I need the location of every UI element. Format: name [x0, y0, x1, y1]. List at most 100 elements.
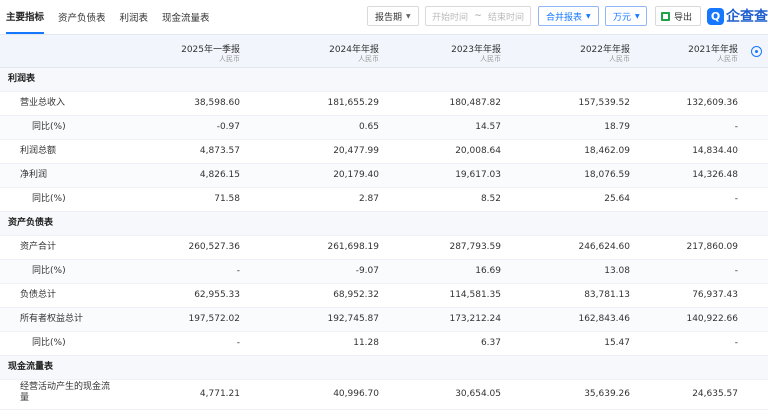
row-label: 负债总计: [20, 290, 57, 300]
table-cell: -: [734, 266, 738, 276]
table-row: 同比(%) - -9.07 16.69 13.08 -: [0, 260, 768, 284]
table-cell: 192,745.87: [327, 314, 379, 324]
date-range-separator: ~: [474, 11, 482, 21]
financial-table: 2025年一季报 人民币 2024年年报 人民币 2023年年报 人民币 2022年年报 人民…: [0, 34, 768, 410]
row-label: 同比(%): [32, 122, 66, 132]
table-row: 利润总额 4,873.57 20,477.99 20,008.64 18,462.09 1…: [0, 140, 768, 164]
table-cell: 114,581.35: [449, 290, 501, 300]
toolbar: 主要指标 资产负债表 利润表 现金流量表 报告期 ▼ 开始时间 ~ 结束时间 合…: [0, 0, 768, 34]
row-label: 同比(%): [32, 266, 66, 276]
table-cell: 83,781.13: [584, 290, 630, 300]
table-cell: -: [734, 122, 738, 132]
row-label: 所有者权益总计: [20, 314, 84, 324]
table-cell: 13.08: [604, 266, 630, 276]
brand-mark-icon: Q: [707, 7, 724, 25]
table-row: 负债总计 62,955.33 68,952.32 114,581.35 83,781.1…: [0, 284, 768, 308]
report-period-label: 报告期: [375, 12, 403, 23]
section-title: 资产负债表: [8, 218, 54, 228]
chevron-down-icon: ▼: [586, 12, 591, 20]
table-cell: 8.52: [480, 194, 501, 204]
table-row: 同比(%) -0.97 0.65 14.57 18.79 -: [0, 116, 768, 140]
table-cell: 25.64: [604, 194, 630, 204]
tab-balance-sheet[interactable]: 资产负债表: [58, 4, 106, 34]
row-label: 利润总额: [20, 146, 57, 156]
settings-icon[interactable]: [751, 46, 762, 57]
date-start-input[interactable]: 开始时间: [432, 10, 468, 23]
brand-logo: Q 企查查: [707, 6, 768, 26]
chevron-down-icon: ▼: [635, 12, 640, 20]
column-header: 2025年一季报 人民币: [120, 35, 240, 69]
row-label: 资产合计: [20, 242, 57, 252]
row-label: 经营活动产生的现金流量: [20, 382, 111, 403]
tab-main-indicators[interactable]: 主要指标: [6, 4, 45, 34]
table-cell: 287,793.59: [449, 242, 501, 252]
column-currency: 人民币: [480, 55, 501, 63]
table-cell: 217,860.09: [686, 242, 738, 252]
table-cell: 15.47: [604, 338, 630, 348]
table-cell: 0.65: [358, 122, 379, 132]
column-currency: 人民币: [358, 55, 379, 63]
table-row: 所有者权益总计 197,572.02 192,745.87 173,212.24 162…: [0, 308, 768, 332]
table-cell: 24,635.57: [692, 389, 738, 399]
table-cell: 18.79: [604, 122, 630, 132]
table-cell: 261,698.19: [327, 242, 379, 252]
table-cell: 197,572.02: [188, 314, 240, 324]
table-cell: 4,771.21: [199, 389, 240, 399]
table-cell: 4,826.15: [199, 170, 240, 180]
column-currency: 人民币: [219, 55, 240, 63]
table-row: 同比(%) 71.58 2.87 8.52 25.64 -: [0, 188, 768, 212]
toolbar-controls: 报告期 ▼ 开始时间 ~ 结束时间 合并报表 ▼ 万元 ▼ 导出 Q 企查查: [367, 6, 768, 26]
export-label: 导出: [674, 12, 693, 23]
table-cell: 6.37: [480, 338, 501, 348]
table-cell: 260,527.36: [188, 242, 240, 252]
row-label: 净利润: [20, 170, 48, 180]
table-cell: 173,212.24: [449, 314, 501, 324]
table-cell: -: [236, 266, 240, 276]
report-tabs: 主要指标 资产负债表 利润表 现金流量表: [0, 0, 224, 34]
row-label: 同比(%): [32, 338, 66, 348]
table-row: 净利润 4,826.15 20,179.40 19,617.03 18,076.59 14…: [0, 164, 768, 188]
brand-name: 企查查: [726, 9, 768, 25]
table-cell: 14.57: [475, 122, 501, 132]
table-cell: 140,922.66: [686, 314, 738, 324]
section-row: 利润表: [0, 68, 768, 92]
report-period-select[interactable]: 报告期 ▼: [367, 6, 419, 26]
table-row: 资产合计 260,527.36 261,698.19 287,793.59 246,62…: [0, 236, 768, 260]
table-row: 营业总收入 38,598.60 181,655.29 180,487.82 157,53…: [0, 92, 768, 116]
table-cell: -: [734, 194, 738, 204]
table-header: 2025年一季报 人民币 2024年年报 人民币 2023年年报 人民币 2022年年报 人民…: [0, 34, 768, 68]
table-cell: 38,598.60: [194, 98, 240, 108]
table-cell: 4,873.57: [199, 146, 240, 156]
unit-select[interactable]: 万元 ▼: [605, 6, 647, 26]
unit-label: 万元: [613, 12, 632, 23]
table-cell: 18,462.09: [584, 146, 630, 156]
row-label: 营业总收入: [20, 98, 66, 108]
row-label: 同比(%): [32, 194, 66, 204]
column-header: 2022年年报 人民币: [510, 35, 630, 69]
section-row: 现金流量表: [0, 356, 768, 380]
table-cell: 40,996.70: [333, 389, 379, 399]
table-cell: 76,937.43: [692, 290, 738, 300]
table-cell: 157,539.52: [578, 98, 630, 108]
chevron-down-icon: ▼: [406, 12, 411, 20]
table-cell: 35,639.26: [584, 389, 630, 399]
export-button[interactable]: 导出: [655, 6, 701, 26]
table-cell: 20,477.99: [333, 146, 379, 156]
column-header: 2024年年报 人民币: [259, 35, 379, 69]
table-cell: 20,008.64: [455, 146, 501, 156]
merged-statement-select[interactable]: 合并报表 ▼: [538, 6, 599, 26]
section-row: 资产负债表: [0, 212, 768, 236]
table-cell: 68,952.32: [333, 290, 379, 300]
tab-cash-flow[interactable]: 现金流量表: [162, 4, 210, 34]
table-cell: -: [734, 338, 738, 348]
date-end-input[interactable]: 结束时间: [488, 10, 524, 23]
column-header: 2023年年报 人民币: [381, 35, 501, 69]
table-cell: -0.97: [216, 122, 240, 132]
table-body: 利润表 营业总收入 38,598.60 181,655.29 180,487.82 157…: [0, 68, 768, 410]
tab-income-statement[interactable]: 利润表: [120, 4, 149, 34]
date-range-picker[interactable]: 开始时间 ~ 结束时间: [425, 6, 531, 26]
table-cell: 11.28: [353, 338, 379, 348]
table-cell: -9.07: [355, 266, 379, 276]
table-cell: 71.58: [214, 194, 240, 204]
section-title: 利润表: [8, 74, 36, 84]
